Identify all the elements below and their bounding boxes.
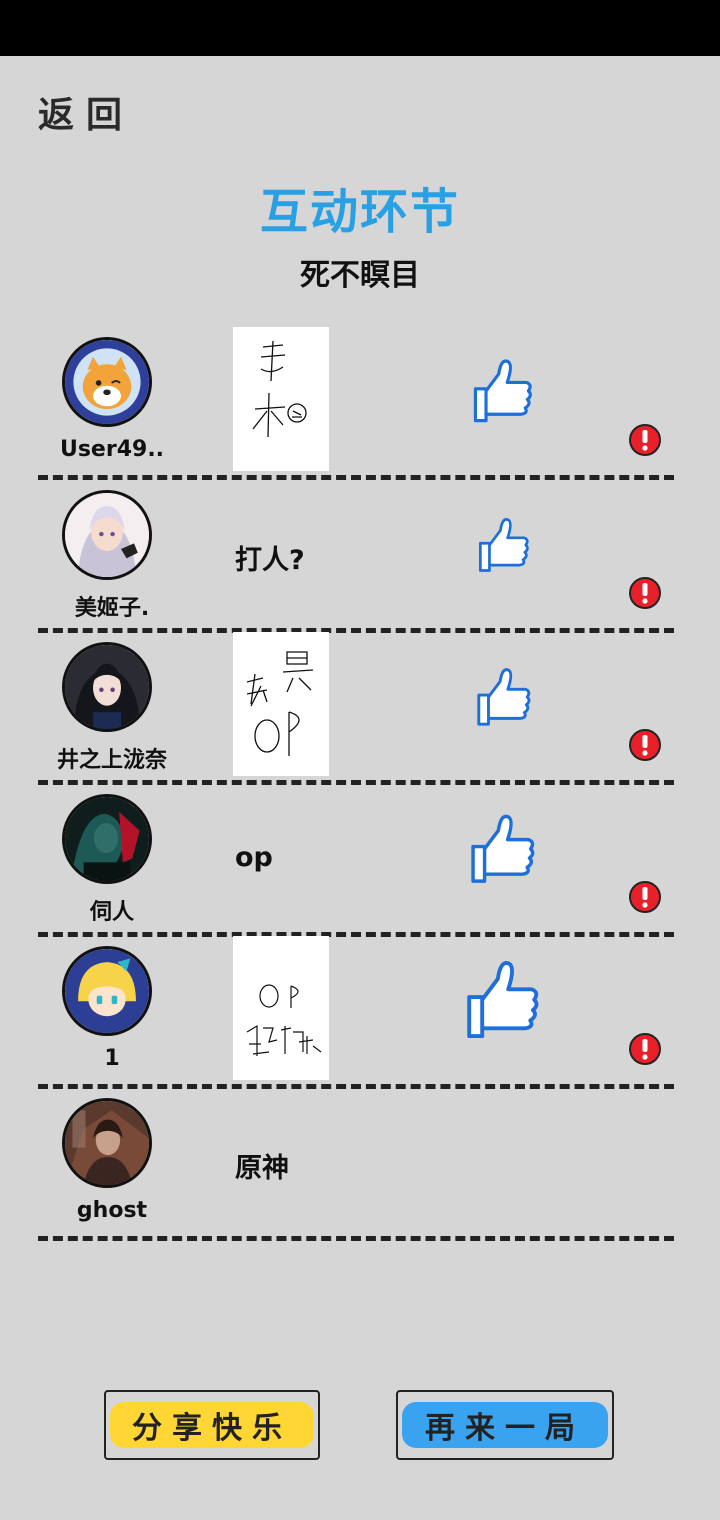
exclamation-icon[interactable]: [628, 1032, 662, 1066]
exclamation-icon[interactable]: [628, 728, 662, 762]
thumbs-up-icon[interactable]: [470, 357, 536, 427]
avatar[interactable]: [62, 642, 152, 732]
prompt-word: 死不瞑目: [300, 258, 420, 293]
username: 1: [104, 1046, 120, 1071]
answer-drawing: [233, 327, 329, 471]
avatar[interactable]: [62, 337, 152, 427]
divider: [38, 1236, 674, 1241]
avatar[interactable]: [62, 794, 152, 884]
share-button[interactable]: 分享快乐: [104, 1390, 320, 1460]
avatar[interactable]: [62, 946, 152, 1036]
username: User49..: [59, 437, 165, 462]
exclamation-icon[interactable]: [628, 576, 662, 610]
username: ghost: [76, 1198, 148, 1223]
replay-button[interactable]: 再来一局: [396, 1390, 614, 1460]
thumbs-up-icon[interactable]: [476, 516, 532, 576]
username: 伺人: [89, 900, 134, 925]
thumbs-up-icon[interactable]: [464, 958, 542, 1044]
exclamation-icon[interactable]: [628, 880, 662, 914]
answer-row: User49..: [0, 327, 720, 480]
answer-drawing: [233, 632, 329, 776]
thumbs-up-icon[interactable]: [474, 666, 534, 730]
thumbs-up-icon[interactable]: [468, 812, 538, 888]
exclamation-icon[interactable]: [628, 423, 662, 457]
answer-text: op: [235, 842, 273, 873]
answer-row: 井之上泷奈: [0, 632, 720, 785]
status-bar: [0, 0, 720, 56]
answer-row: 美姬子. 打人?: [0, 480, 720, 633]
share-button-label: 分享快乐: [132, 1411, 292, 1446]
back-button[interactable]: 返回: [38, 86, 134, 138]
username: 井之上泷奈: [56, 748, 167, 773]
page-title: 互动环节: [259, 184, 460, 240]
username: 美姬子.: [74, 596, 150, 621]
avatar[interactable]: [62, 1098, 152, 1188]
avatar[interactable]: [62, 490, 152, 580]
replay-button-label: 再来一局: [425, 1411, 585, 1446]
answer-row: ghost 原神: [0, 1088, 720, 1241]
answer-drawing: [233, 936, 329, 1080]
answer-row: 1: [0, 936, 720, 1089]
answer-text: 打人?: [235, 545, 305, 576]
answer-row: 伺人 op: [0, 784, 720, 937]
answer-text: 原神: [235, 1153, 289, 1184]
